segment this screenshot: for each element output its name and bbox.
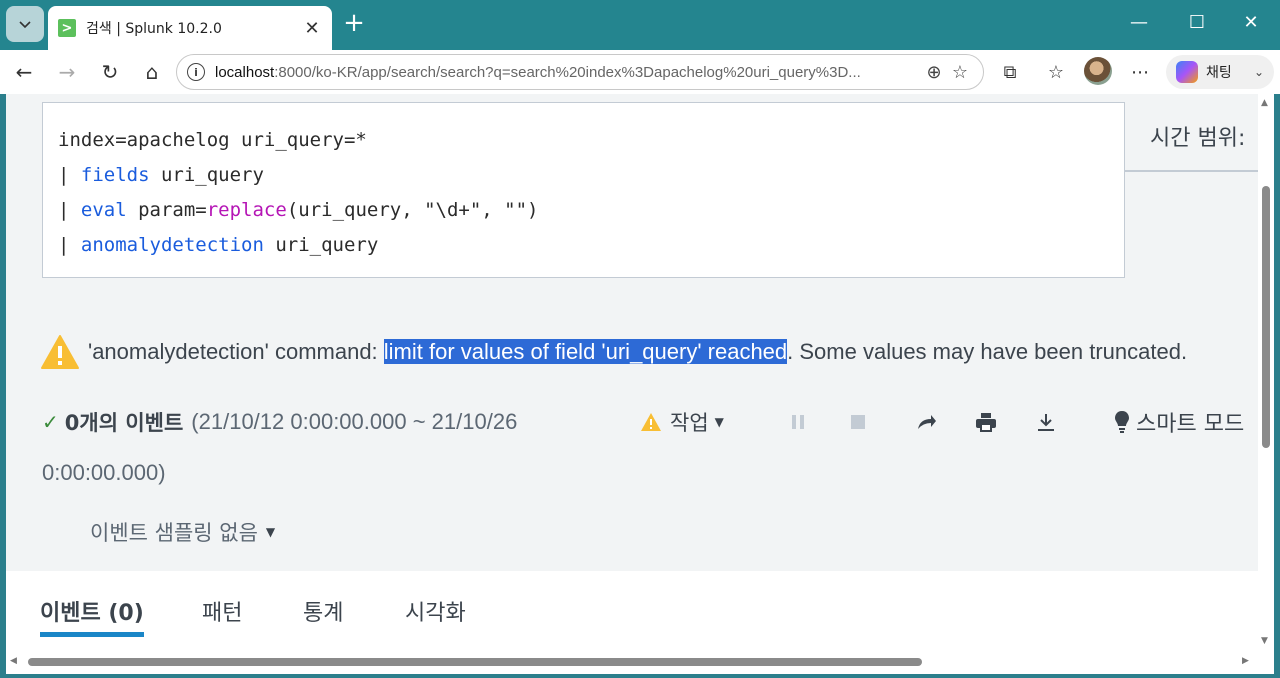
forward-icon[interactable]: → [53,58,81,86]
home-icon[interactable]: ⌂ [138,58,166,86]
results-tabs: 이벤트 (0) 패턴 통계 시각화 [6,571,1258,650]
scroll-down-icon[interactable]: ▼ [1261,636,1268,646]
caret-down-icon: ▼ [714,415,724,429]
tab-actions-button[interactable] [6,6,44,42]
query-line: | fields uri_query [58,164,264,186]
search-query-editor[interactable]: index=apachelog uri_query=* | fields uri… [42,102,1125,278]
favorites-icon[interactable]: ☆ [1042,59,1070,87]
browser-toolbar: ← → ↻ ⌂ i localhost:8000/ko-KR/app/searc… [0,50,1280,94]
checkmark-icon: ✓ [42,410,59,434]
tab-title: 검색 | Splunk 10.2.0 [86,21,222,37]
maximize-icon[interactable]: ☐ [1186,12,1208,34]
copilot-chat-button[interactable]: 채팅 ⌄ [1166,55,1274,89]
favorite-star-icon[interactable]: ☆ [947,62,973,83]
tab-statistics[interactable]: 통계 [303,585,343,637]
tab-events[interactable]: 이벤트 (0) [40,585,144,637]
back-icon[interactable]: ← [10,58,38,86]
search-mode-label: 스마트 모드 [1136,412,1245,437]
zoom-icon[interactable]: ⊕ [921,62,947,83]
print-icon[interactable] [972,408,1000,436]
sampling-label: 이벤트 샘플링 없음 [90,521,258,545]
extensions-icon[interactable]: ⧉ [996,59,1024,87]
copilot-label: 채팅 [1206,65,1232,81]
copilot-icon [1176,61,1198,83]
warning-icon [41,335,79,369]
event-count: 0개의 이벤트 [64,411,184,435]
splunk-favicon-icon: > [58,19,76,37]
close-window-icon[interactable]: ✕ [1240,12,1262,34]
tab-visualization[interactable]: 시각화 [405,585,466,637]
minimize-icon[interactable]: — [1128,12,1150,34]
chevron-down-icon [19,21,31,29]
pause-icon[interactable] [784,408,812,436]
query-line: | eval param=replace(uri_query, "\d+", "… [58,199,539,221]
address-bar[interactable]: i localhost:8000/ko-KR/app/search/search… [176,54,984,90]
scroll-right-icon[interactable]: ▶ [1242,656,1249,666]
warning-icon [641,413,661,431]
scrollbar-corner [1258,650,1274,674]
event-time-range: (21/10/12 0:00:00.000 ~ 21/10/26 [191,409,518,434]
new-tab-button[interactable]: + [340,10,368,38]
scrollbar-thumb[interactable] [1262,186,1270,448]
vertical-scrollbar[interactable]: ▲ ▼ [1258,94,1274,650]
tab-patterns[interactable]: 패턴 [202,585,242,637]
profile-avatar[interactable] [1084,57,1112,85]
job-menu-button[interactable]: 작업 ▼ [640,406,724,438]
query-line: index=apachelog uri_query=* [58,129,367,151]
browser-tab[interactable]: > 검색 | Splunk 10.2.0 ✕ [48,6,332,50]
event-time-range-end: 0:00:00.000) [42,460,166,485]
share-icon[interactable] [912,408,940,436]
lightbulb-icon [1115,411,1129,433]
warning-message: 'anomalydetection' command: limit for va… [40,332,1187,372]
job-label: 작업 [670,411,709,435]
selected-text: limit for values of field 'uri_query' re… [383,339,788,364]
scrollbar-thumb[interactable] [28,658,922,666]
time-range-picker[interactable]: 시간 범위: [1125,102,1258,172]
search-mode-button[interactable]: 스마트 모드 [1114,404,1244,440]
chevron-down-icon: ⌄ [1253,65,1264,79]
event-summary: ✓ 0개의 이벤트 (21/10/12 0:00:00.000 ~ 21/10/… [42,404,517,440]
caret-down-icon: ▼ [265,525,276,539]
horizontal-scrollbar[interactable]: ◀ ▶ [6,650,1258,674]
splunk-page: index=apachelog uri_query=* | fields uri… [6,94,1258,650]
scroll-left-icon[interactable]: ◀ [10,656,17,666]
url-text[interactable]: localhost:8000/ko-KR/app/search/search?q… [215,64,921,81]
query-line: | anomalydetection uri_query [58,234,379,256]
event-sampling-dropdown[interactable]: 이벤트 샘플링 없음 ▼ [90,514,275,550]
stop-icon[interactable] [844,408,872,436]
site-info-icon[interactable]: i [187,63,205,81]
browser-titlebar: > 검색 | Splunk 10.2.0 ✕ + — ☐ ✕ [0,0,1280,50]
close-tab-icon[interactable]: ✕ [302,18,322,39]
scroll-up-icon[interactable]: ▲ [1261,98,1268,108]
warning-text: 'anomalydetection' command: limit for va… [88,339,1188,364]
reload-icon[interactable]: ↻ [96,58,124,86]
export-download-icon[interactable] [1032,408,1060,436]
more-menu-icon[interactable]: ⋯ [1126,59,1154,87]
